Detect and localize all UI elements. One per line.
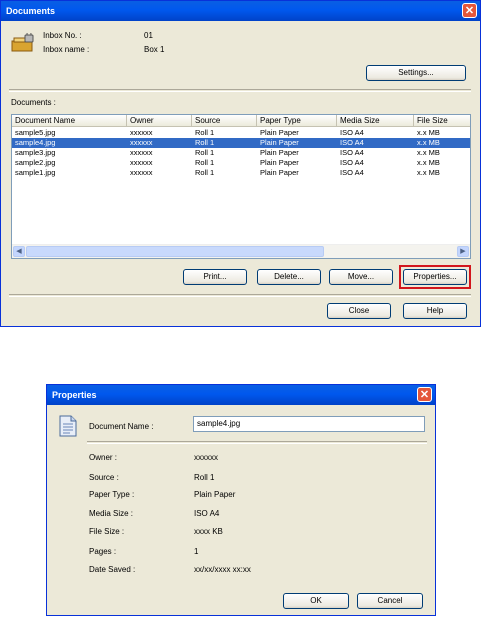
help-button[interactable]: Help [403,303,467,319]
table-cell: sample5.jpg [15,128,56,137]
table-cell: xxxxxx [130,128,153,137]
file-size-value: xxxx KB [194,527,223,536]
table-cell: ISO A4 [340,168,364,177]
table-cell: xxxxxx [130,158,153,167]
document-name-label: Document Name : [89,422,154,431]
cancel-button-label: Cancel [377,596,403,605]
table-cell: Roll 1 [195,128,215,137]
documents-title: Documents [6,6,56,16]
table-cell: Plain Paper [260,158,299,167]
pages-label: Pages : [89,547,117,556]
paper-type-value: Plain Paper [194,490,236,499]
horizontal-scrollbar[interactable]: ◀ ▶ [12,244,470,258]
inbox-name-value: Box 1 [144,45,165,54]
documents-list[interactable]: Document Name Owner Source Paper Type Me… [11,114,471,259]
col-header-owner[interactable]: Owner [127,115,192,127]
table-cell: Plain Paper [260,128,299,137]
col-header-paper-type[interactable]: Paper Type [257,115,337,127]
ok-button-label: OK [310,596,322,605]
settings-button[interactable]: Settings... [366,65,466,81]
divider-bottom [9,294,471,297]
close-button-label: Close [348,306,370,315]
col-header-document-name[interactable]: Document Name [12,115,127,127]
media-size-value: ISO A4 [194,509,220,518]
date-saved-label: Date Saved : [89,565,136,574]
print-button-label: Print... [203,272,227,281]
inbox-name-label: Inbox name : [43,45,90,54]
table-cell: sample2.jpg [15,158,56,167]
table-cell: sample1.jpg [15,168,56,177]
table-row[interactable]: sample3.jpg xxxxxx Roll 1 Plain Paper ISO A4… [12,148,470,158]
file-size-label: File Size : [89,527,125,536]
table-cell: ISO A4 [340,128,364,137]
document-icon [59,415,77,437]
table-cell: ISO A4 [340,158,364,167]
table-cell: x.x MB [417,138,440,147]
close-button[interactable]: Close [327,303,391,319]
table-cell: sample3.jpg [15,148,56,157]
settings-button-label: Settings... [398,68,434,77]
table-cell: Roll 1 [195,138,215,147]
scroll-right-icon[interactable]: ▶ [457,246,469,257]
scrollbar-thumb[interactable] [26,246,324,257]
col-header-file-size[interactable]: File Size [414,115,470,127]
table-row[interactable]: sample1.jpg xxxxxx Roll 1 Plain Paper ISO A4… [12,168,470,178]
properties-highlight-box [399,265,471,289]
table-cell: Roll 1 [195,158,215,167]
properties-dialog: Properties ✕ Document Name : sample4.jpg… [46,384,436,616]
print-button[interactable]: Print... [183,269,247,285]
inbox-no-value: 01 [144,31,153,40]
inbox-lock-icon [11,33,34,52]
documents-window: Documents ✕ Inbox No. : 01 Inbox name : … [0,0,481,327]
move-button[interactable]: Move... [329,269,393,285]
date-saved-value: xx/xx/xxxx xx:xx [194,565,251,574]
col-header-media-size[interactable]: Media Size [337,115,414,127]
divider-top [9,89,471,92]
properties-divider [87,441,427,444]
paper-type-label: Paper Type : [89,490,135,499]
col-header-source[interactable]: Source [192,115,257,127]
media-size-label: Media Size : [89,509,134,518]
table-cell: x.x MB [417,128,440,137]
delete-button[interactable]: Delete... [257,269,321,285]
table-cell: xxxxxx [130,168,153,177]
table-cell: xxxxxx [130,138,153,147]
table-row[interactable]: sample4.jpg xxxxxx Roll 1 Plain Paper ISO A4… [12,138,470,148]
table-row[interactable]: sample5.jpg xxxxxx Roll 1 Plain Paper ISO A4… [12,128,470,138]
inbox-no-label: Inbox No. : [43,31,82,40]
table-row[interactable]: sample2.jpg xxxxxx Roll 1 Plain Paper ISO A4… [12,158,470,168]
document-name-field[interactable]: sample4.jpg [193,416,425,432]
source-value: Roll 1 [194,473,215,482]
table-cell: Plain Paper [260,148,299,157]
source-label: Source : [89,473,119,482]
cancel-button[interactable]: Cancel [357,593,423,609]
documents-titlebar[interactable]: Documents ✕ [1,1,480,21]
properties-titlebar[interactable]: Properties ✕ [47,385,435,405]
pages-value: 1 [194,547,199,556]
table-cell: ISO A4 [340,138,364,147]
table-cell: x.x MB [417,158,440,167]
table-cell: ISO A4 [340,148,364,157]
properties-title: Properties [52,390,97,400]
move-button-label: Move... [347,272,375,281]
documents-label: Documents : [11,98,56,107]
table-cell: Roll 1 [195,148,215,157]
table-cell: xxxxxx [130,148,153,157]
owner-label: Owner : [89,453,118,462]
table-cell: x.x MB [417,148,440,157]
close-dialog-icon[interactable]: ✕ [417,387,432,402]
table-cell: Plain Paper [260,168,299,177]
delete-button-label: Delete... [274,272,304,281]
table-cell: Plain Paper [260,138,299,147]
scroll-left-icon[interactable]: ◀ [13,246,25,257]
close-window-icon[interactable]: ✕ [462,3,477,18]
table-cell: Roll 1 [195,168,215,177]
owner-value: xxxxxx [194,453,218,462]
help-button-label: Help [426,306,444,315]
table-cell: x.x MB [417,168,440,177]
ok-button[interactable]: OK [283,593,349,609]
table-cell: sample4.jpg [15,138,56,147]
